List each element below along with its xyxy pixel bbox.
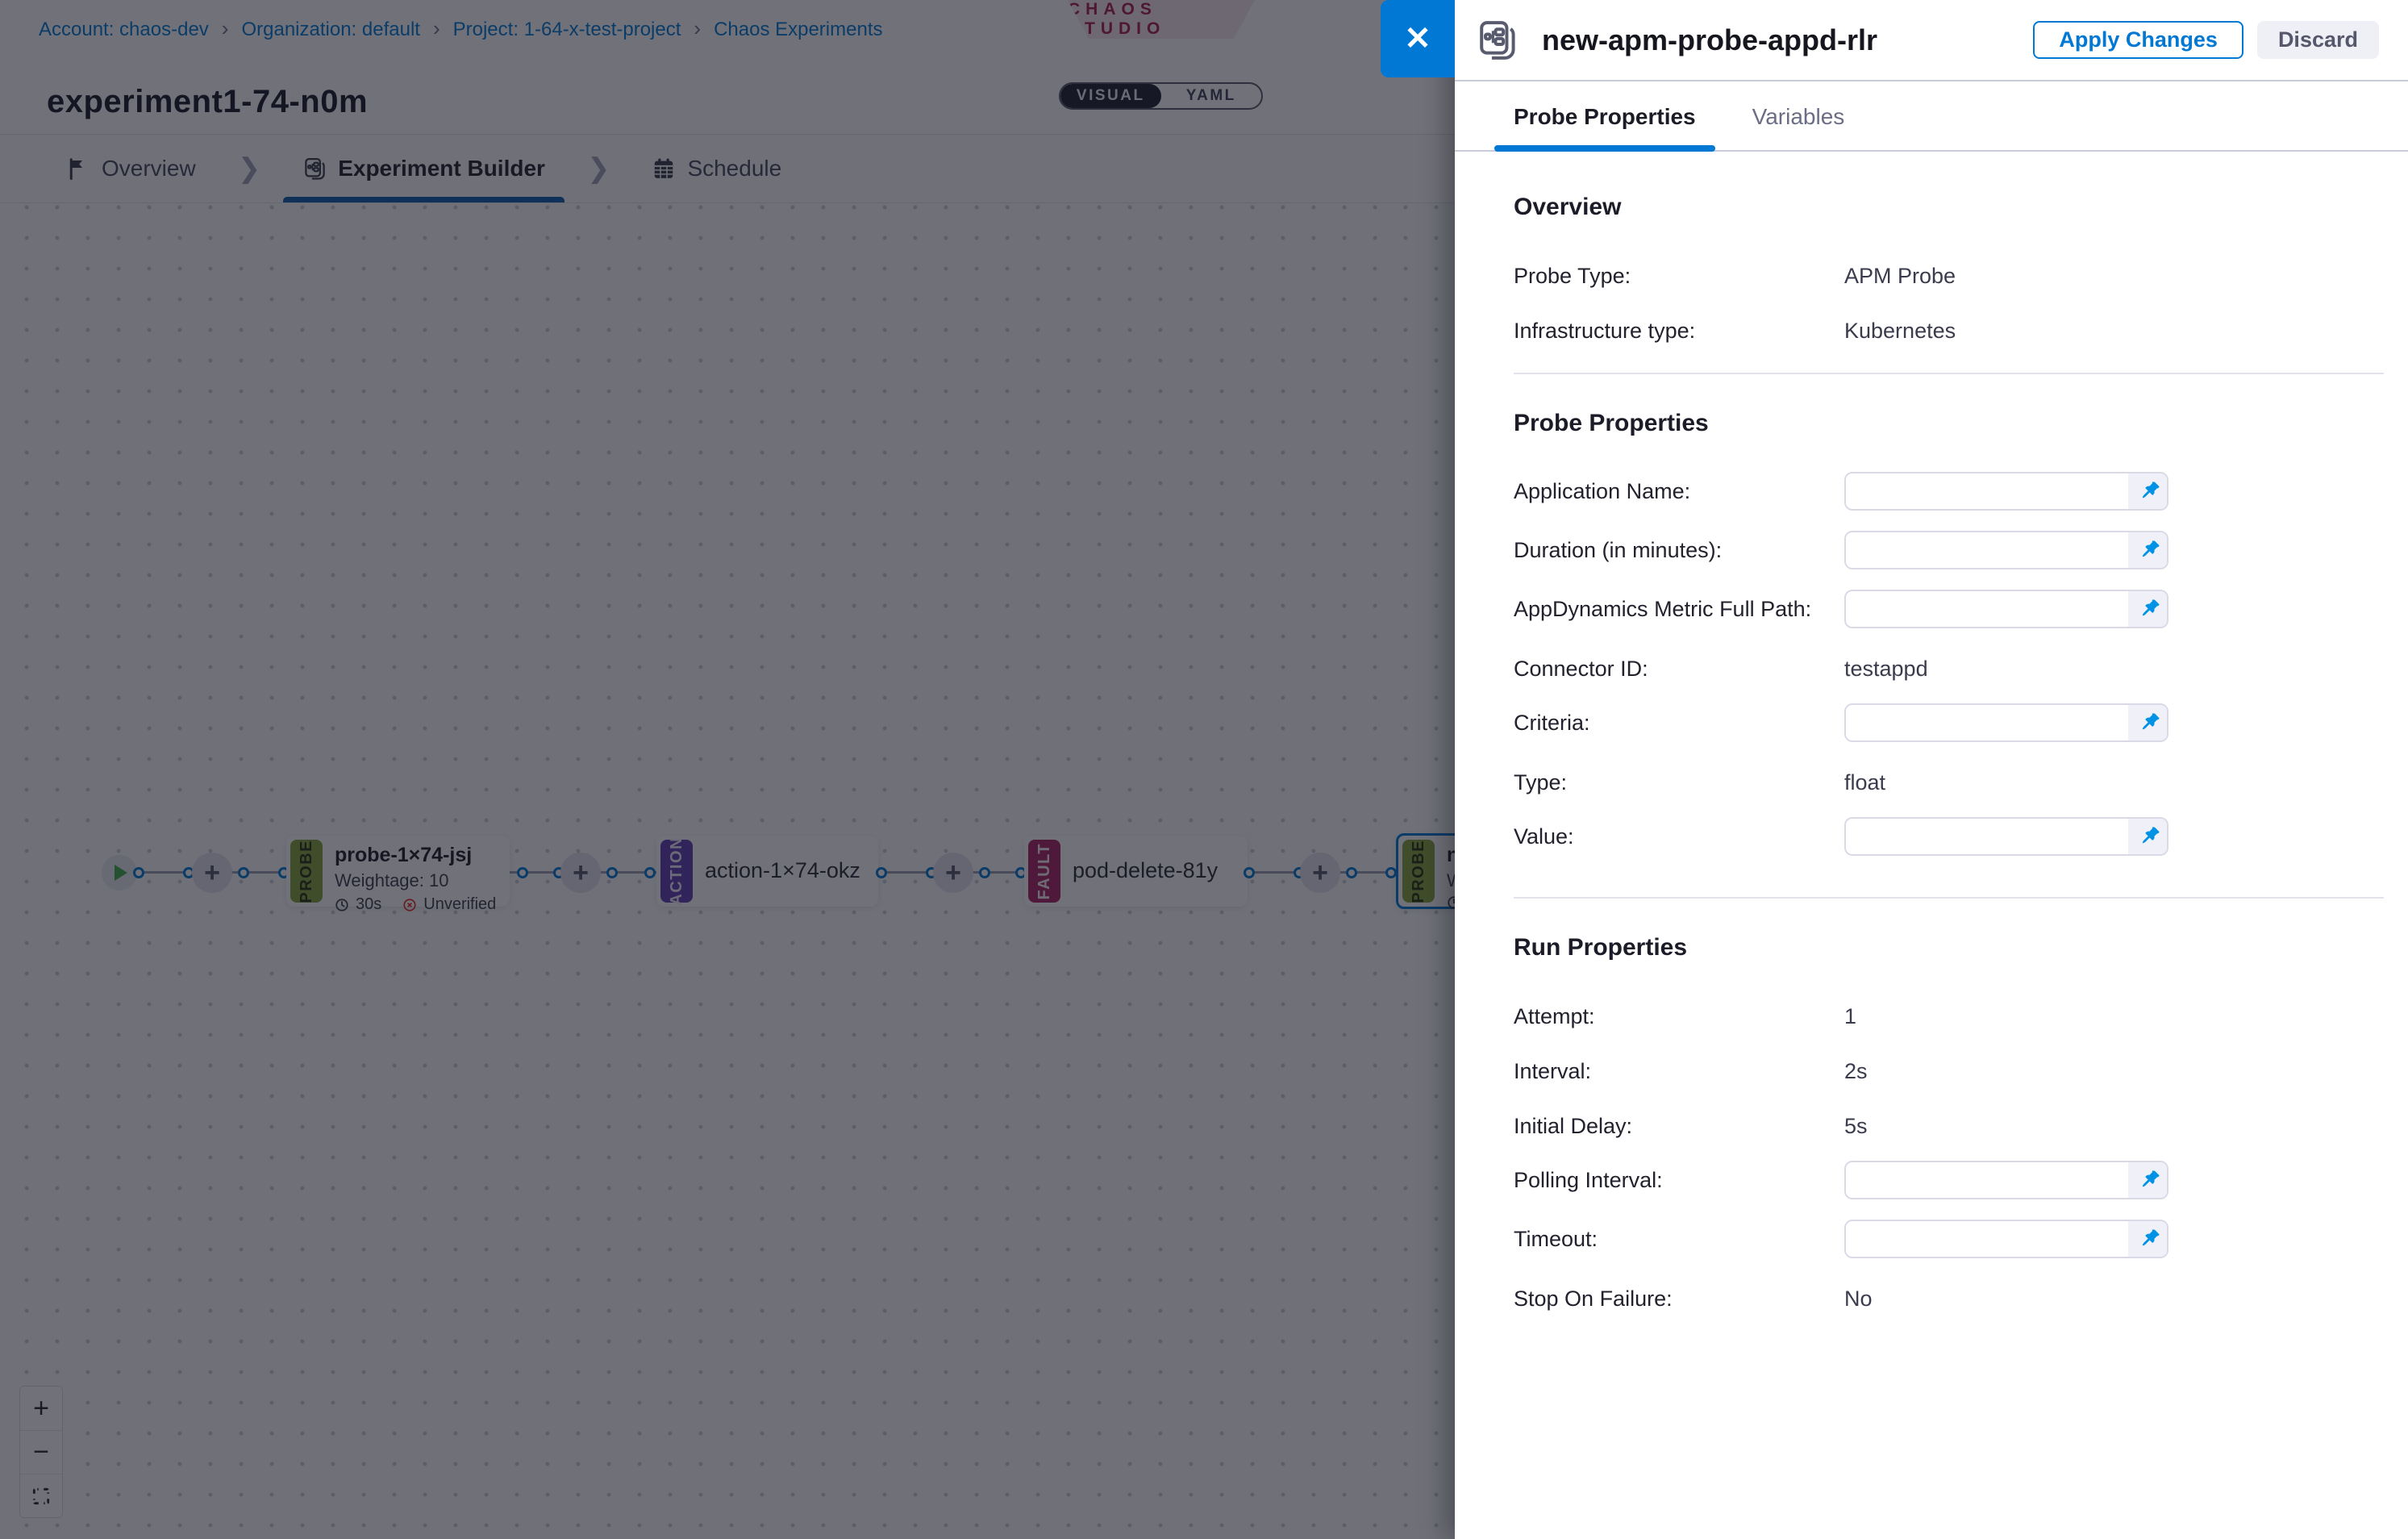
field-value: APM Probe: [1844, 264, 1956, 289]
drawer-tabs: Probe Properties Variables: [1455, 83, 2408, 152]
duration-input-group: [1844, 531, 2168, 569]
application-name-input[interactable]: [1846, 473, 2128, 509]
section-divider: [1514, 897, 2384, 899]
appd-metric-path-input-group: [1844, 590, 2168, 628]
field-row-probe-type: Probe Type: APM Probe: [1514, 255, 2384, 297]
pin-icon: [2139, 598, 2161, 620]
field-label: Type:: [1514, 770, 1844, 795]
field-label: Initial Delay:: [1514, 1114, 1844, 1139]
drawer-content: Overview Probe Type: APM Probe Infrastru…: [1455, 153, 2408, 1539]
pin-icon: [2139, 480, 2161, 503]
field-value: No: [1844, 1287, 1873, 1312]
field-label: Timeout:: [1514, 1227, 1844, 1252]
field-row-application-name: Application Name:: [1514, 471, 2384, 511]
field-label: Polling Interval:: [1514, 1168, 1844, 1193]
field-value: 5s: [1844, 1114, 1868, 1139]
section-heading-probe-properties: Probe Properties: [1514, 410, 2384, 437]
field-label: Probe Type:: [1514, 264, 1844, 289]
field-value: Kubernetes: [1844, 319, 1956, 344]
section-heading-run-properties: Run Properties: [1514, 934, 2384, 961]
pin-icon: [2139, 825, 2161, 848]
field-label: Connector ID:: [1514, 657, 1844, 682]
timeout-input-group: [1844, 1220, 2168, 1258]
field-label: Duration (in minutes):: [1514, 538, 1844, 563]
field-row-infrastructure-type: Infrastructure type: Kubernetes: [1514, 310, 2384, 352]
chaos-studio-page: Account: chaos-dev › Organization: defau…: [0, 0, 2408, 1539]
pin-runtime-input-button[interactable]: [2128, 473, 2168, 509]
pin-runtime-input-button[interactable]: [2128, 532, 2168, 568]
field-row-duration: Duration (in minutes):: [1514, 530, 2384, 570]
timeout-input[interactable]: [1846, 1221, 2128, 1257]
field-row-appd-metric-path: AppDynamics Metric Full Path:: [1514, 589, 2384, 629]
pin-icon: [2139, 539, 2161, 561]
field-row-connector-id: Connector ID: testappd: [1514, 648, 2384, 690]
section-divider: [1514, 373, 2384, 374]
field-value: float: [1844, 770, 1885, 795]
duration-input[interactable]: [1846, 532, 2128, 568]
probe-details-drawer: ✕ new-apm-probe-appd-rlr Apply Changes D…: [1455, 0, 2408, 1539]
pin-runtime-input-button[interactable]: [2128, 705, 2168, 740]
pin-runtime-input-button[interactable]: [2128, 591, 2168, 627]
tab-variables[interactable]: Variables: [1733, 83, 1864, 150]
value-input-group: [1844, 817, 2168, 856]
field-label: AppDynamics Metric Full Path:: [1514, 597, 1844, 622]
appd-metric-path-input[interactable]: [1846, 591, 2128, 627]
field-row-interval: Interval: 2s: [1514, 1050, 2384, 1092]
field-row-timeout: Timeout:: [1514, 1219, 2384, 1259]
drawer-title: new-apm-probe-appd-rlr: [1542, 23, 2033, 57]
pin-icon: [2139, 711, 2161, 734]
field-row-criteria: Criteria:: [1514, 703, 2384, 743]
close-drawer-button[interactable]: ✕: [1381, 0, 1455, 77]
close-icon: ✕: [1404, 23, 1431, 55]
field-label: Interval:: [1514, 1059, 1844, 1084]
field-label: Criteria:: [1514, 711, 1844, 736]
field-label: Infrastructure type:: [1514, 319, 1844, 344]
discard-button[interactable]: Discard: [2257, 21, 2379, 59]
field-value: testappd: [1844, 657, 1928, 682]
field-row-stop-on-failure: Stop On Failure: No: [1514, 1278, 2384, 1320]
field-row-attempt: Attempt: 1: [1514, 995, 2384, 1037]
field-value: 2s: [1844, 1059, 1868, 1084]
field-label: Stop On Failure:: [1514, 1287, 1844, 1312]
tab-probe-properties[interactable]: Probe Properties: [1494, 83, 1715, 150]
field-value: 1: [1844, 1004, 1856, 1029]
pin-runtime-input-button[interactable]: [2128, 1221, 2168, 1257]
drawer-header: new-apm-probe-appd-rlr Apply Changes Dis…: [1455, 0, 2408, 81]
field-label: Application Name:: [1514, 479, 1844, 504]
active-tab-underline: [1494, 145, 1715, 152]
section-heading-overview: Overview: [1514, 194, 2384, 221]
value-input[interactable]: [1846, 819, 2128, 854]
pin-runtime-input-button[interactable]: [2128, 1162, 2168, 1198]
pin-icon: [2139, 1228, 2161, 1250]
probe-flow-icon: [1477, 18, 1518, 63]
field-label: Attempt:: [1514, 1004, 1844, 1029]
application-name-input-group: [1844, 472, 2168, 511]
field-label: Value:: [1514, 824, 1844, 849]
field-row-value: Value:: [1514, 816, 2384, 857]
polling-interval-input-group: [1844, 1161, 2168, 1199]
field-row-initial-delay: Initial Delay: 5s: [1514, 1105, 2384, 1147]
field-row-type: Type: float: [1514, 761, 2384, 803]
criteria-input-group: [1844, 703, 2168, 742]
pin-icon: [2139, 1169, 2161, 1191]
polling-interval-input[interactable]: [1846, 1162, 2128, 1198]
field-row-polling-interval: Polling Interval:: [1514, 1160, 2384, 1200]
criteria-input[interactable]: [1846, 705, 2128, 740]
apply-changes-button[interactable]: Apply Changes: [2033, 21, 2243, 59]
pin-runtime-input-button[interactable]: [2128, 819, 2168, 854]
